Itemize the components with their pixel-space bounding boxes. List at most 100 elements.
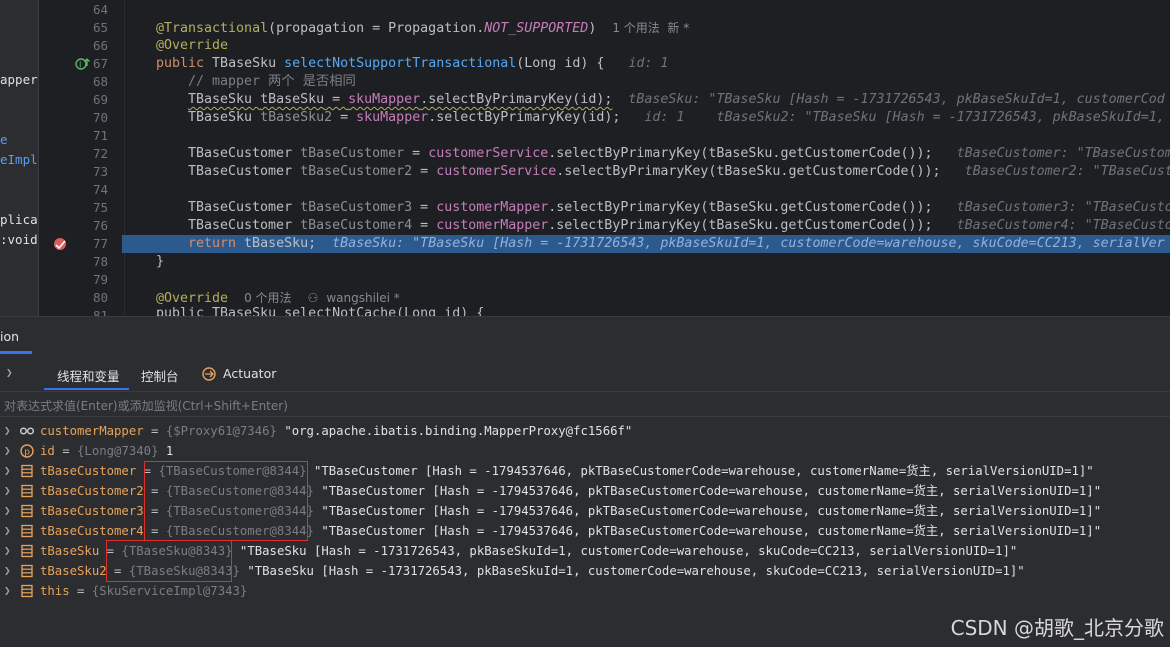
line-number: 74 — [92, 182, 108, 197]
author-hint[interactable]: wangshilei * — [326, 291, 399, 305]
tab-threads-variables[interactable]: 线程和变量 — [57, 366, 120, 385]
variable-name: tBaseCustomer3 — [40, 504, 144, 518]
inline-value-hint: tBaseCustomer2: "TBaseCust — [964, 164, 1170, 179]
tab-console[interactable]: 控制台 — [141, 366, 179, 385]
line-number: 75 — [92, 200, 108, 215]
variable-name: tBaseSku2 — [40, 564, 107, 578]
evaluate-expression-field[interactable]: 对表达式求值(Enter)或添加监视(Ctrl+Shift+Enter) — [0, 392, 1170, 417]
code-token: } — [156, 254, 165, 269]
inline-value-hint: tBaseCustomer4: "TBaseCusto — [956, 218, 1170, 233]
variable-value: 1 — [165, 444, 174, 458]
code-token: TBaseSku — [188, 110, 261, 125]
variable-type: {Long@7340} — [77, 444, 159, 458]
code-token: (propagation = Propagation. — [268, 21, 485, 36]
sidebar-fragment[interactable]: eImpl — [0, 152, 38, 167]
code-line-69[interactable]: TBaseSku tBaseSku = skuMapper.selectByPr… — [188, 91, 1165, 109]
expand-arrow-icon[interactable]: ❯ — [4, 421, 11, 441]
code-token: = — [332, 110, 357, 125]
code-editor[interactable]: apper e eImpl plica :void 64 65 66 67 68… — [0, 0, 1170, 316]
sidebar-fragment[interactable]: apper — [0, 72, 38, 87]
variable-value: "TBaseSku [Hash = -1731726543, pkBaseSku… — [247, 564, 1025, 578]
code-line-72[interactable]: TBaseCustomer tBaseCustomer = customerSe… — [188, 145, 1170, 163]
line-number: 67 — [92, 56, 108, 71]
inline-value-hint: id: 1 tBaseSku2: "TBaseSku [Hash = -1731… — [644, 110, 1165, 125]
field-icon — [21, 544, 33, 558]
code-line-68[interactable]: // mapper 两个 是否相同 — [188, 73, 356, 91]
code-line-66[interactable]: @Override — [156, 37, 228, 55]
expand-arrow-icon[interactable]: ❯ — [4, 541, 11, 561]
variable-value: "TBaseSku [Hash = -1731726543, pkBaseSku… — [239, 544, 1018, 558]
evaluate-expression-placeholder[interactable]: 对表达式求值(Enter)或添加监视(Ctrl+Shift+Enter) — [4, 397, 288, 414]
expand-arrow-icon[interactable]: ❯ — [4, 521, 11, 541]
expand-arrow-icon[interactable]: ❯ — [4, 441, 11, 461]
restore-layout-icon[interactable]: ❯ — [6, 366, 13, 379]
usages-hint[interactable]: 1 个用法 新 * — [612, 21, 689, 35]
implementing-method-icon[interactable]: I — [75, 57, 93, 71]
inline-value-hint: tBaseSku: "TBaseSku [Hash = -1731726543,… — [332, 236, 1165, 251]
inline-value-hint: id: 1 — [628, 56, 669, 71]
annotation: @Override — [156, 291, 229, 306]
code-token: TBaseCustomer — [188, 146, 301, 161]
sidebar-fragment[interactable]: e — [0, 132, 8, 147]
code-line-70[interactable]: TBaseSku tBaseSku2 = skuMapper.selectByP… — [188, 109, 1165, 127]
variable-name: id — [40, 444, 55, 458]
watermark: CSDN @胡歌_北京分歌 — [950, 616, 1164, 640]
sidebar-fragment[interactable]: :void — [0, 232, 38, 247]
annotation: @Override — [156, 38, 229, 53]
code-line-73[interactable]: TBaseCustomer tBaseCustomer2 = customerS… — [188, 163, 1170, 181]
local-variable: tBaseCustomer — [300, 146, 405, 161]
field-reference: customerService — [436, 164, 557, 179]
code-token: .selectByPrimaryKey(tBaseSku.getCustomer… — [556, 164, 941, 179]
local-variable: tBaseSku2 — [260, 110, 333, 125]
variable-row[interactable]: ❯ customerMapper = {$Proxy61@7346} "org.… — [0, 421, 1170, 441]
debug-tool-window-header: ion — [0, 316, 1170, 355]
variable-row[interactable]: ❯ this = {SkuServiceImpl@7343} — [0, 581, 1170, 601]
field-reference: customerService — [428, 146, 549, 161]
expand-arrow-icon[interactable]: ❯ — [4, 481, 11, 501]
project-sidebar: apper e eImpl plica :void — [0, 0, 39, 316]
line-number: 78 — [92, 254, 108, 269]
expand-arrow-icon[interactable]: ❯ — [4, 461, 11, 481]
code-token: = — [412, 164, 437, 179]
field-reference: skuMapper — [348, 92, 421, 107]
svg-text:I: I — [79, 61, 81, 70]
code-line-67[interactable]: public TBaseSku selectNotSupportTransact… — [156, 55, 668, 73]
line-number-gutter[interactable]: 64 65 66 67 68 69 70 71 72 73 74 75 76 7… — [39, 0, 123, 316]
code-token: = — [412, 218, 437, 233]
expand-arrow-icon[interactable]: ❯ — [4, 501, 11, 521]
debug-panel-title[interactable]: ion — [0, 329, 19, 344]
active-tab-indicator — [44, 388, 129, 390]
code-line-65[interactable]: @Transactional(propagation = Propagation… — [156, 19, 689, 37]
breakpoint-icon[interactable] — [52, 236, 68, 252]
code-line-76[interactable]: TBaseCustomer tBaseCustomer4 = customerM… — [188, 217, 1170, 235]
variable-type: {SkuServiceImpl@7343} — [91, 584, 248, 598]
expand-arrow-icon[interactable]: ❯ — [4, 581, 11, 601]
keyword: public — [156, 56, 205, 71]
annotation-box-customer-refs — [144, 461, 308, 541]
usages-hint[interactable]: 0 个用法 — [244, 291, 291, 305]
code-line-81[interactable]: public TBaseSku selectNotCache(Long id) … — [156, 305, 484, 316]
field-icon — [21, 524, 33, 538]
code-token: TBaseCustomer — [188, 200, 301, 215]
expand-arrow-icon[interactable]: ❯ — [4, 561, 11, 581]
svg-text:p: p — [24, 448, 30, 458]
code-token: TBaseSku — [204, 56, 285, 71]
code-line-75[interactable]: TBaseCustomer tBaseCustomer3 = customerM… — [188, 199, 1170, 217]
keyword: return — [188, 236, 237, 251]
variable-value: "TBaseCustomer [Hash = -1794537646, pkTB… — [321, 504, 1102, 518]
variable-row[interactable]: ❯ p id = {Long@7340} 1 — [0, 441, 1170, 461]
code-line-78[interactable]: } — [156, 253, 164, 271]
code-line-77[interactable]: return tBaseSku; tBaseSku: "TBaseSku [Ha… — [188, 235, 1165, 253]
inline-value-hint: tBaseCustomer3: "TBaseCusto — [956, 200, 1170, 215]
sidebar-fragment[interactable]: plica — [0, 212, 38, 227]
annotation: @Transactional — [156, 21, 269, 36]
variable-name: tBaseSku — [40, 544, 100, 558]
field-icon — [21, 504, 33, 518]
method-name: selectNotSupportTransactional — [284, 56, 517, 71]
code-token: .selectByPrimaryKey(tBaseSku.getCustomer… — [548, 218, 933, 233]
code-token: .selectByPrimaryKey(id); — [428, 110, 621, 125]
parameter-icon: p — [20, 444, 34, 458]
field-reference: customerMapper — [436, 218, 549, 233]
tab-actuator[interactable]: Actuator — [223, 366, 276, 381]
inline-value-hint: tBaseSku: "TBaseSku [Hash = -1731726543,… — [628, 92, 1165, 107]
